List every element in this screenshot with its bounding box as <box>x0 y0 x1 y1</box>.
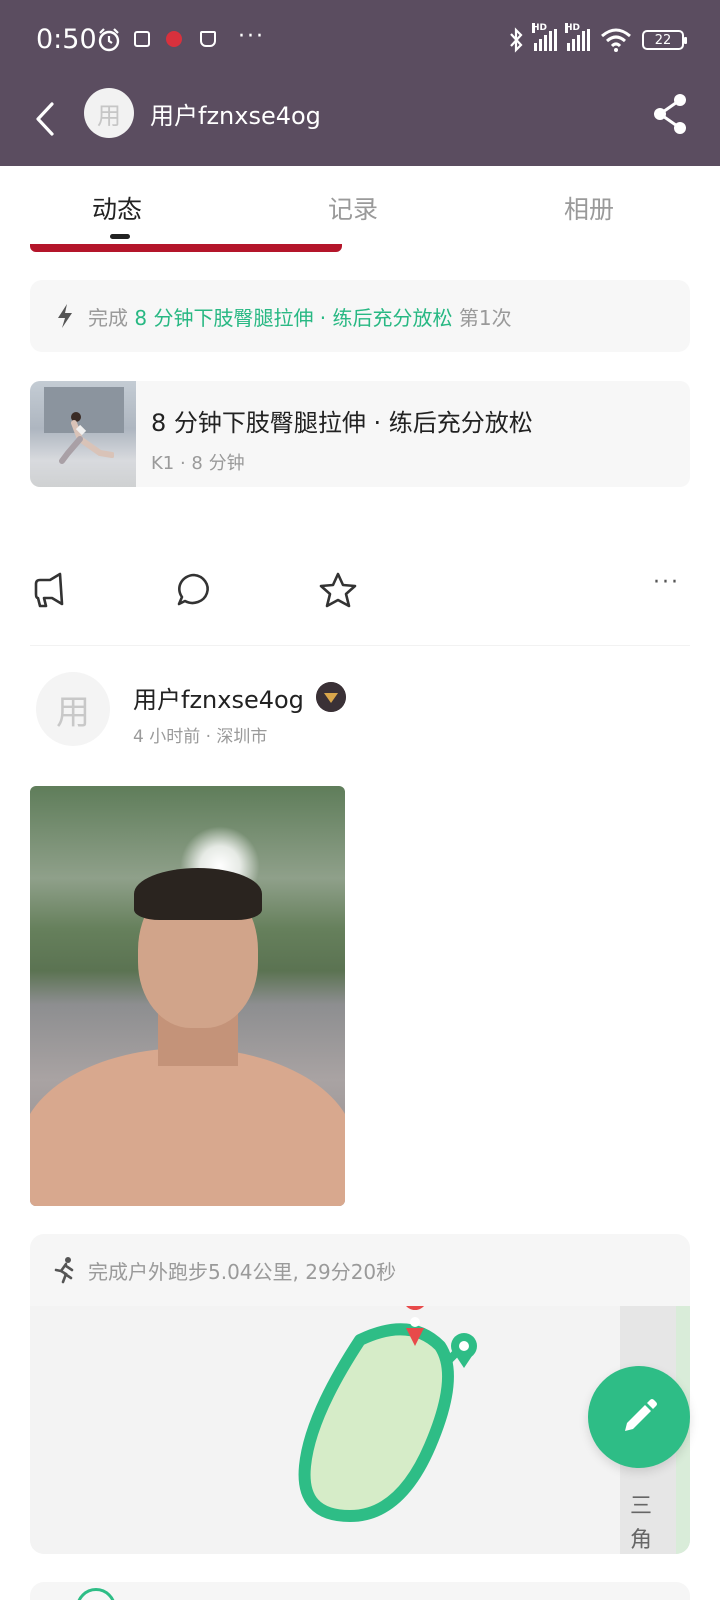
compose-button[interactable] <box>588 1366 690 1468</box>
avatar[interactable]: 用 <box>36 672 110 746</box>
pencil-icon <box>625 1399 657 1431</box>
status-overflow: ··· <box>238 24 265 49</box>
post-header: 用 用户fznxse4og 4 小时前 · 深圳市 <box>0 670 720 750</box>
post-meta: 4 小时前 · 深圳市 <box>133 727 268 747</box>
share-icon[interactable] <box>650 92 690 136</box>
wifi-icon <box>601 28 631 52</box>
avatar[interactable]: 用 <box>84 88 134 138</box>
workout-completion-banner[interactable]: 完成 8 分钟下肢臀腿拉伸 · 练后充分放松 第1次 <box>30 280 690 352</box>
level-badge-icon <box>316 682 346 712</box>
post-username[interactable]: 用户fznxse4og <box>133 680 304 715</box>
battery-level: 22 <box>654 32 672 48</box>
notification-app-icon <box>200 31 216 47</box>
completion-count: 第1次 <box>458 306 512 330</box>
top-bar: 0:50 ··· HD HD 22 用 用户fznxse4og <box>0 0 720 166</box>
action-row: ··· <box>0 564 720 614</box>
map-label: 三角 <box>629 1494 652 1553</box>
route-path <box>298 1306 477 1522</box>
post-photo[interactable] <box>30 786 345 1206</box>
tab-feed[interactable]: 动态 <box>92 190 142 226</box>
battery-indicator: 22 <box>642 30 687 50</box>
bluetooth-icon <box>510 27 523 53</box>
notification-app-icon <box>166 31 182 47</box>
cheer-icon[interactable] <box>30 570 70 610</box>
previous-image-edge <box>30 244 342 252</box>
page-title: 用户fznxse4og <box>150 102 321 130</box>
tab-indicator <box>110 234 130 239</box>
running-icon <box>54 1257 74 1284</box>
star-icon[interactable] <box>318 570 358 610</box>
signal-icon: HD <box>532 23 557 51</box>
completion-course-link[interactable]: 8 分钟下肢臀腿拉伸 · 练后充分放松 <box>134 306 452 330</box>
lightning-icon <box>58 304 72 328</box>
status-right-group: HD HD 22 <box>508 23 687 56</box>
completion-prefix: 完成 <box>88 306 128 330</box>
tab-album[interactable]: 相册 <box>564 190 614 226</box>
alarm-icon <box>98 28 120 52</box>
course-thumbnail <box>30 381 136 487</box>
run-summary-text: 完成户外跑步5.04公里, 29分20秒 <box>88 1260 397 1284</box>
end-marker-icon <box>451 1333 477 1368</box>
tab-records[interactable]: 记录 <box>328 190 378 226</box>
avatar-text: 用 <box>56 692 90 733</box>
avatar-text: 用 <box>97 101 121 130</box>
next-post-card <box>30 1582 690 1600</box>
course-card[interactable]: 8 分钟下肢臀腿拉伸 · 练后充分放松 K1 · 8 分钟 <box>30 381 690 487</box>
tab-bar: 动态 记录 相册 <box>0 166 720 250</box>
more-options-button[interactable]: ··· <box>653 570 680 595</box>
course-meta: K1 · 8 分钟 <box>151 453 245 474</box>
course-title: 8 分钟下肢臀腿拉伸 · 练后充分放松 <box>151 409 533 437</box>
app-bar: 用 用户fznxse4og <box>0 84 720 166</box>
status-bar: 0:50 ··· HD HD 22 <box>0 0 720 84</box>
network-type-label: HD <box>532 23 548 33</box>
status-time: 0:50 <box>36 24 97 55</box>
run-summary-card[interactable]: 完成户外跑步5.04公里, 29分20秒 三角 <box>30 1234 690 1554</box>
divider <box>30 645 690 646</box>
network-type-label: HD <box>565 23 581 33</box>
back-arrow-icon[interactable] <box>26 94 66 144</box>
notification-app-icon <box>134 31 150 47</box>
completion-text: 完成 8 分钟下肢臀腿拉伸 · 练后充分放松 第1次 <box>88 302 512 331</box>
signal-icon: HD <box>565 23 590 51</box>
comment-icon[interactable] <box>174 570 214 610</box>
